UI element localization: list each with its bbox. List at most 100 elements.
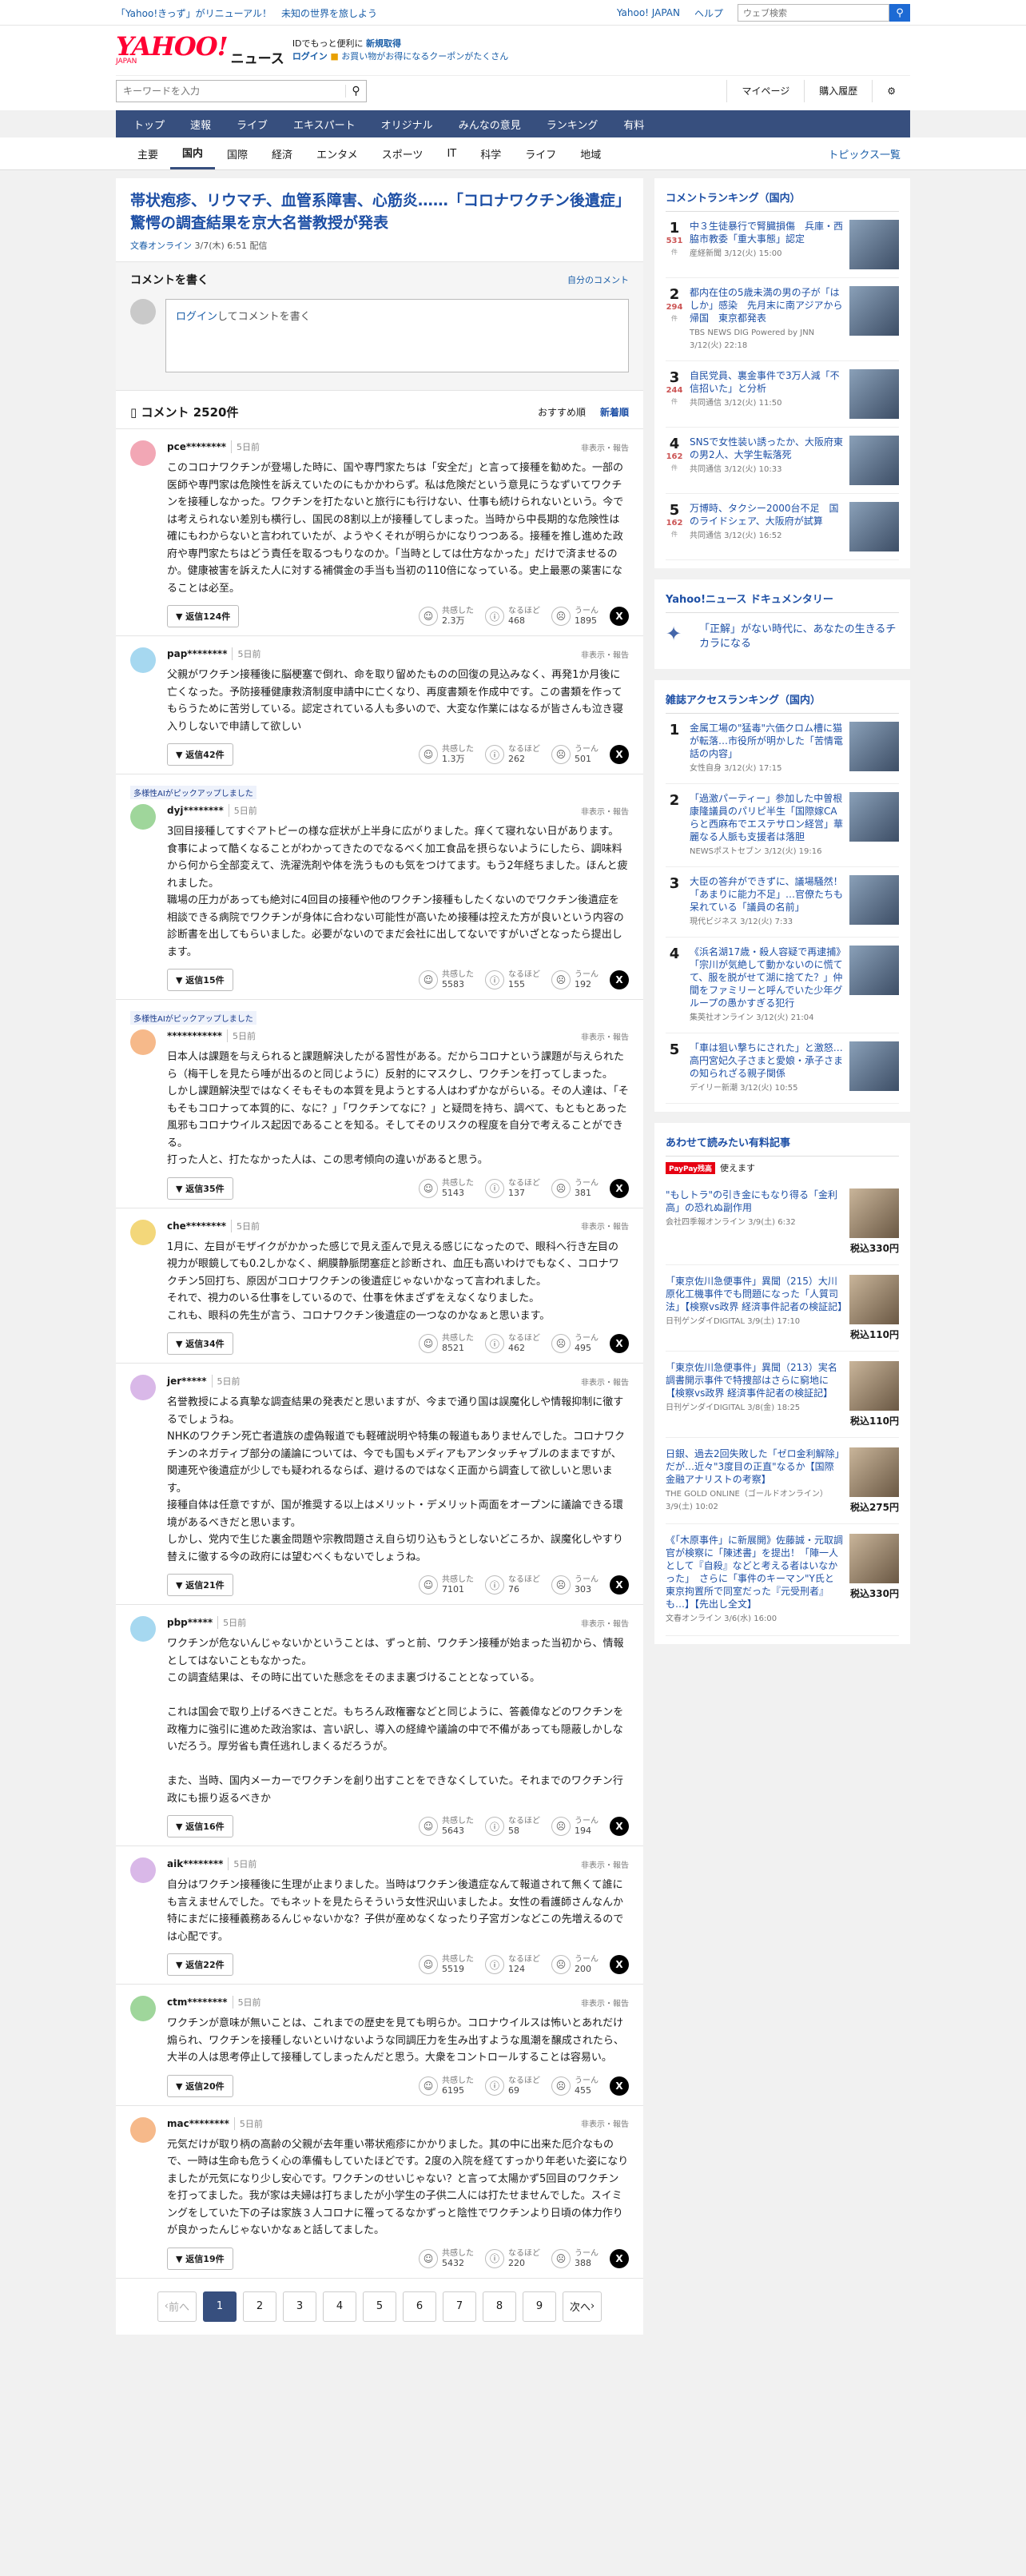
page-8[interactable]: 8 — [483, 2291, 516, 2322]
hmm-reaction-button[interactable]: ☹ うーん 388 — [551, 2248, 598, 2268]
x-share-icon[interactable]: X — [610, 1955, 629, 1974]
prev-page-button[interactable]: ‹ 前へ — [157, 2291, 197, 2322]
magazine-ranking-item[interactable]: 5 「車は狙い撃ちにされた」と激怒…高円宮妃久子さまと愛娘・承子さまの知られざる親… — [666, 1033, 899, 1104]
help-link[interactable]: ヘルプ — [694, 6, 723, 20]
comment-user[interactable]: dyj******** — [167, 805, 224, 816]
empathy-reaction-button[interactable]: ☺ 共感した 6195 — [419, 2076, 474, 2096]
comment-user[interactable]: mac******** — [167, 2118, 229, 2129]
understood-reaction-button[interactable]: ⓘ なるほど 69 — [485, 2076, 540, 2096]
hide-report-link[interactable]: 非表示・報告 — [581, 1030, 629, 1042]
understood-reaction-button[interactable]: ⓘ なるほど 137 — [485, 1178, 540, 1198]
hide-report-link[interactable]: 非表示・報告 — [581, 1858, 629, 1870]
purchase-history-link[interactable]: 購入履歴 — [804, 79, 872, 102]
tab-world[interactable]: 国際 — [215, 137, 260, 169]
understood-reaction-button[interactable]: ⓘ なるほど 468 — [485, 607, 540, 626]
gnav-opinion[interactable]: みんなの意見 — [446, 110, 534, 137]
page-5[interactable]: 5 — [363, 2291, 396, 2322]
hide-report-link[interactable]: 非表示・報告 — [581, 1220, 629, 1232]
hide-report-link[interactable]: 非表示・報告 — [581, 1997, 629, 2009]
hmm-reaction-button[interactable]: ☹ うーん 501 — [551, 745, 598, 764]
page-3[interactable]: 3 — [283, 2291, 316, 2322]
understood-reaction-button[interactable]: ⓘ なるほど 262 — [485, 745, 540, 764]
gnav-expert[interactable]: エキスパート — [280, 110, 368, 137]
paid-article-item[interactable]: 「東京佐川急便事件」異聞（213）実名調書開示事件で特捜部はさらに窮地に【検察v… — [666, 1352, 899, 1438]
magazine-ranking-item[interactable]: 4 《浜名湖17歳・殺人容疑で再逮捕》「宗川が気絶して動かないのに慌てて、服を脱が… — [666, 938, 899, 1033]
empathy-reaction-button[interactable]: ☺ 共感した 2.3万 — [419, 607, 474, 626]
comment-user[interactable]: ctm******** — [167, 1997, 228, 2008]
gnav-flash[interactable]: 速報 — [177, 110, 224, 137]
notice-link[interactable]: 「Yahoo!きっず」がリニューアル！ 未知の世界を旅しよう — [116, 8, 377, 19]
ranking-item[interactable]: 1 531 件 中３生徒暴行で腎臓損傷 兵庫・西脇市教委「重大事態」認定 産経新聞 3/… — [666, 212, 899, 278]
empathy-reaction-button[interactable]: ☺ 共感した 5519 — [419, 1955, 474, 1974]
topics-list-link[interactable]: トピックス一覧 — [828, 146, 901, 161]
login-link[interactable]: ログイン — [292, 51, 328, 62]
gnav-paid[interactable]: 有料 — [610, 110, 657, 137]
search-icon[interactable]: ⚲ — [889, 4, 910, 22]
x-share-icon[interactable]: X — [610, 970, 629, 989]
hmm-reaction-button[interactable]: ☹ うーん 1895 — [551, 607, 598, 626]
magazine-ranking-item[interactable]: 1 金属工場の"猛毒"六価クロム槽に猫が転落…市役所が明かした「苦情電話の内容」女… — [666, 714, 899, 784]
web-search-input[interactable] — [738, 4, 889, 22]
hmm-reaction-button[interactable]: ☹ うーん 303 — [551, 1575, 598, 1595]
understood-reaction-button[interactable]: ⓘ なるほど 76 — [485, 1575, 540, 1595]
comment-input[interactable]: ログインしてコメントを書く — [165, 299, 629, 372]
reply-button[interactable]: ▼ 返信22件 — [167, 1953, 233, 1976]
comment-user[interactable]: che******** — [167, 1220, 226, 1232]
page-1[interactable]: 1 — [203, 2291, 237, 2322]
reply-button[interactable]: ▼ 返信35件 — [167, 1177, 233, 1200]
reply-button[interactable]: ▼ 返信21件 — [167, 1574, 233, 1596]
comment-user[interactable]: aik******** — [167, 1858, 223, 1869]
x-share-icon[interactable]: X — [610, 2248, 629, 2268]
sort-newest[interactable]: 新着順 — [600, 405, 629, 419]
paid-article-item[interactable]: 日銀、過去2回失敗した「ゼロ金利解除」だが…近々"3度目の正直"なるか【国際金融… — [666, 1438, 899, 1524]
tab-economy[interactable]: 経済 — [260, 137, 304, 169]
hide-report-link[interactable]: 非表示・報告 — [581, 805, 629, 817]
reply-button[interactable]: ▼ 返信42件 — [167, 743, 233, 766]
ranking-item[interactable]: 3 244 件 自民党員、裏金事件で3万人減「不信招いた」と分析 共同通信 3/12(火… — [666, 361, 899, 428]
tab-science[interactable]: 科学 — [468, 137, 513, 169]
x-share-icon[interactable]: X — [610, 607, 629, 626]
empathy-reaction-button[interactable]: ☺ 共感した 5583 — [419, 970, 474, 989]
hide-report-link[interactable]: 非表示・報告 — [581, 1617, 629, 1629]
yahoo-japan-link[interactable]: Yahoo! JAPAN — [617, 7, 680, 18]
comment-user[interactable]: pap******** — [167, 648, 227, 659]
tab-sports[interactable]: スポーツ — [370, 137, 435, 169]
reply-button[interactable]: ▼ 返信19件 — [167, 2247, 233, 2270]
hmm-reaction-button[interactable]: ☹ うーん 455 — [551, 2076, 598, 2096]
article-title[interactable]: 帯状疱疹、リウマチ、血管系障害、心筋炎……「コロナワクチン後遺症」驚愕の調査結果… — [130, 189, 629, 234]
yahoo-news-logo[interactable]: YAHOO! JAPAN ニュース — [116, 34, 284, 67]
empathy-reaction-button[interactable]: ☺ 共感した 5643 — [419, 1817, 474, 1836]
register-link[interactable]: 新規取得 — [366, 38, 401, 49]
page-7[interactable]: 7 — [443, 2291, 476, 2322]
hmm-reaction-button[interactable]: ☹ うーん 194 — [551, 1817, 598, 1836]
comment-user[interactable]: jer***** — [167, 1376, 207, 1387]
empathy-reaction-button[interactable]: ☺ 共感した 8521 — [419, 1334, 474, 1353]
gnav-original[interactable]: オリジナル — [368, 110, 446, 137]
reply-button[interactable]: ▼ 返信124件 — [167, 605, 240, 627]
understood-reaction-button[interactable]: ⓘ なるほど 462 — [485, 1334, 540, 1353]
hide-report-link[interactable]: 非表示・報告 — [581, 2117, 629, 2129]
reply-button[interactable]: ▼ 返信20件 — [167, 2074, 233, 2097]
documentary-item[interactable]: ✦ 「正解」がない時代に、あなたの生きるチカラになる — [666, 613, 899, 661]
magazine-ranking-item[interactable]: 2 「過激パーティー」参加した中曽根康隆議員のパリピ半生「国際嫁CAらと西麻布でエ… — [666, 784, 899, 867]
sort-recommended[interactable]: おすすめ順 — [538, 405, 586, 419]
tab-it[interactable]: IT — [435, 137, 468, 169]
empathy-reaction-button[interactable]: ☺ 共感した 7101 — [419, 1575, 474, 1595]
paid-article-item[interactable]: 《「木原事件」に新展開》佐藤誠・元取調官が検察に「陳述書」を提出！「陣一人として… — [666, 1524, 899, 1636]
hide-report-link[interactable]: 非表示・報告 — [581, 648, 629, 660]
coupon-link[interactable]: お買い物がお得になるクーポンがたくさん — [341, 51, 508, 62]
reply-button[interactable]: ▼ 返信15件 — [167, 969, 233, 991]
page-4[interactable]: 4 — [323, 2291, 356, 2322]
mypage-link[interactable]: マイページ — [726, 79, 804, 102]
hide-report-link[interactable]: 非表示・報告 — [581, 441, 629, 453]
understood-reaction-button[interactable]: ⓘ なるほど 124 — [485, 1955, 540, 1974]
reply-button[interactable]: ▼ 返信34件 — [167, 1332, 233, 1355]
x-share-icon[interactable]: X — [610, 1575, 629, 1595]
empathy-reaction-button[interactable]: ☺ 共感した 1.3万 — [419, 745, 474, 764]
article-source[interactable]: 文春オンライン — [130, 241, 192, 251]
tab-region[interactable]: 地域 — [568, 137, 613, 169]
understood-reaction-button[interactable]: ⓘ なるほど 155 — [485, 970, 540, 989]
tab-entertainment[interactable]: エンタメ — [304, 137, 370, 169]
gnav-top[interactable]: トップ — [121, 110, 177, 137]
page-2[interactable]: 2 — [243, 2291, 276, 2322]
